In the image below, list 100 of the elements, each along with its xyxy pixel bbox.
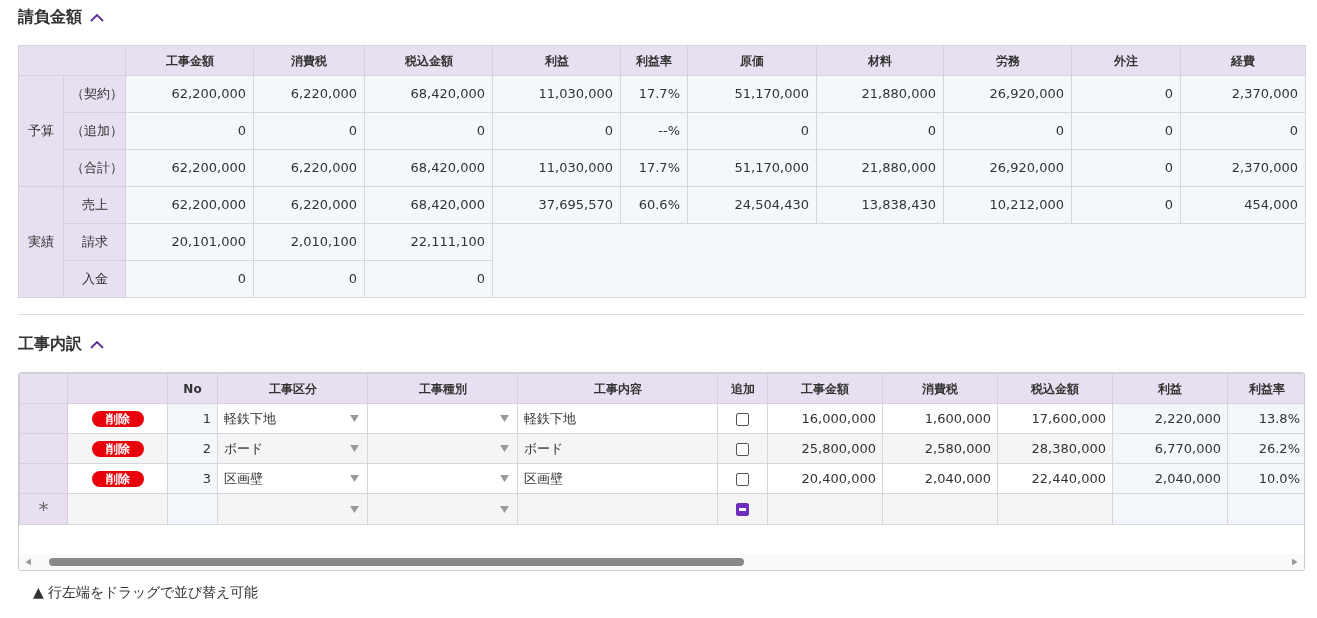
- table-cell: 0: [125, 260, 254, 298]
- table-cell: 26,920,000: [943, 75, 1072, 113]
- table-cell: 6,220,000: [253, 75, 365, 113]
- column-header: 労務: [943, 45, 1072, 76]
- delete-button[interactable]: 削除: [91, 440, 144, 457]
- table-cell: 17.7%: [620, 149, 688, 187]
- scrollbar-thumb[interactable]: [49, 558, 744, 566]
- column-header: 工事区分: [217, 373, 368, 404]
- table-cell: 6,220,000: [253, 149, 365, 187]
- table-cell: 17.7%: [620, 75, 688, 113]
- column-header: 利益率: [620, 45, 688, 76]
- column-header: 工事金額: [125, 45, 254, 76]
- checkbox[interactable]: [736, 503, 749, 517]
- table-cell: 68,420,000: [364, 75, 493, 113]
- table-cell: 2,370,000: [1180, 75, 1306, 113]
- column-header: 利益率: [1227, 373, 1304, 404]
- table-cell: 6,220,000: [253, 186, 365, 224]
- section-title: 請負金額: [18, 7, 82, 27]
- table-cell: ボード: [517, 433, 718, 464]
- checkbox[interactable]: [736, 442, 749, 456]
- delete-button[interactable]: 削除: [91, 410, 144, 427]
- table-cell: 68,420,000: [364, 186, 493, 224]
- table-cell: 10.0%: [1227, 463, 1304, 494]
- table-cell: 0: [687, 112, 817, 150]
- row-label: 売上: [63, 186, 126, 224]
- column-header: 原価: [687, 45, 817, 76]
- column-header: 材料: [816, 45, 944, 76]
- section-title: 工事内訳: [18, 334, 82, 354]
- table-cell: 1: [167, 403, 218, 434]
- column-header: 利益: [492, 45, 621, 76]
- table-cell: 0: [943, 112, 1072, 150]
- table-cell: 2: [167, 433, 218, 464]
- table-cell: 0: [253, 112, 365, 150]
- table-cell: 16,000,000: [767, 403, 883, 434]
- table-cell: 0: [364, 112, 493, 150]
- scroll-right-icon[interactable]: [1292, 558, 1300, 566]
- column-header: 経費: [1180, 45, 1306, 76]
- table-cell: 0: [1071, 75, 1181, 113]
- table-cell: 2,040,000: [1112, 463, 1228, 494]
- table-cell: 26,920,000: [943, 149, 1072, 187]
- table-cell: 1,600,000: [882, 403, 998, 434]
- table-cell: 26.2%: [1227, 433, 1304, 464]
- table-cell: 0: [1180, 112, 1306, 150]
- table-cell: 2,580,000: [882, 433, 998, 464]
- table-cell: 24,504,430: [687, 186, 817, 224]
- column-header: 追加: [717, 373, 768, 404]
- table-cell: 3: [167, 463, 218, 494]
- table-cell: 10,212,000: [943, 186, 1072, 224]
- table-cell: 17,600,000: [997, 403, 1113, 434]
- table-cell: 62,200,000: [125, 75, 254, 113]
- table-cell: 2,010,100: [253, 223, 365, 261]
- table-cell: 0: [816, 112, 944, 150]
- delete-button[interactable]: 削除: [91, 470, 144, 487]
- group-label: 予算: [18, 75, 64, 187]
- table-cell: 0: [1071, 112, 1181, 150]
- column-header: 工事内容: [517, 373, 718, 404]
- drag-handle[interactable]: [19, 433, 68, 464]
- table-cell: 51,170,000: [687, 149, 817, 187]
- checkbox[interactable]: [736, 472, 749, 486]
- table-cell: --%: [620, 112, 688, 150]
- checkbox[interactable]: [736, 412, 749, 426]
- row-label: （契約）: [63, 75, 126, 113]
- row-label: 請求: [63, 223, 126, 261]
- table-cell: 454,000: [1180, 186, 1306, 224]
- table-cell: 軽鉄下地: [517, 403, 718, 434]
- table-cell: 区画壁: [517, 463, 718, 494]
- table-cell: 37,695,570: [492, 186, 621, 224]
- table-cell: 11,030,000: [492, 75, 621, 113]
- table-cell: 2,040,000: [882, 463, 998, 494]
- chevron-up-icon[interactable]: [90, 339, 104, 349]
- table-cell: 0: [125, 112, 254, 150]
- column-header: 利益: [1112, 373, 1228, 404]
- table-cell: 62,200,000: [125, 149, 254, 187]
- hint-text: ▲ 行左端をドラッグで並び替え可能: [33, 583, 260, 602]
- group-label: 実績: [18, 186, 64, 298]
- table-cell: 20,400,000: [767, 463, 883, 494]
- drag-handle[interactable]: [19, 403, 68, 434]
- horizontal-scrollbar[interactable]: [19, 554, 1304, 570]
- table-cell: 20,101,000: [125, 223, 254, 261]
- table-cell: 21,880,000: [816, 75, 944, 113]
- row-label: （合計）: [63, 149, 126, 187]
- table-cell: 22,111,100: [364, 223, 493, 261]
- table-cell: 2,370,000: [1180, 149, 1306, 187]
- table-cell: 0: [1071, 149, 1181, 187]
- table-cell: 0: [253, 260, 365, 298]
- table-cell: 2,220,000: [1112, 403, 1228, 434]
- column-header: 消費税: [882, 373, 998, 404]
- table-cell: 0: [364, 260, 493, 298]
- column-header: 税込金額: [997, 373, 1113, 404]
- table-cell: 68,420,000: [364, 149, 493, 187]
- table-cell: 51,170,000: [687, 75, 817, 113]
- table-cell: 0: [1071, 186, 1181, 224]
- column-header: 税込金額: [364, 45, 493, 76]
- scroll-left-icon[interactable]: [23, 558, 31, 566]
- column-header: 工事種別: [367, 373, 518, 404]
- chevron-up-icon[interactable]: [90, 12, 104, 22]
- column-header: 消費税: [253, 45, 365, 76]
- drag-handle[interactable]: [19, 463, 68, 494]
- row-label: （追加）: [63, 112, 126, 150]
- table-cell: 11,030,000: [492, 149, 621, 187]
